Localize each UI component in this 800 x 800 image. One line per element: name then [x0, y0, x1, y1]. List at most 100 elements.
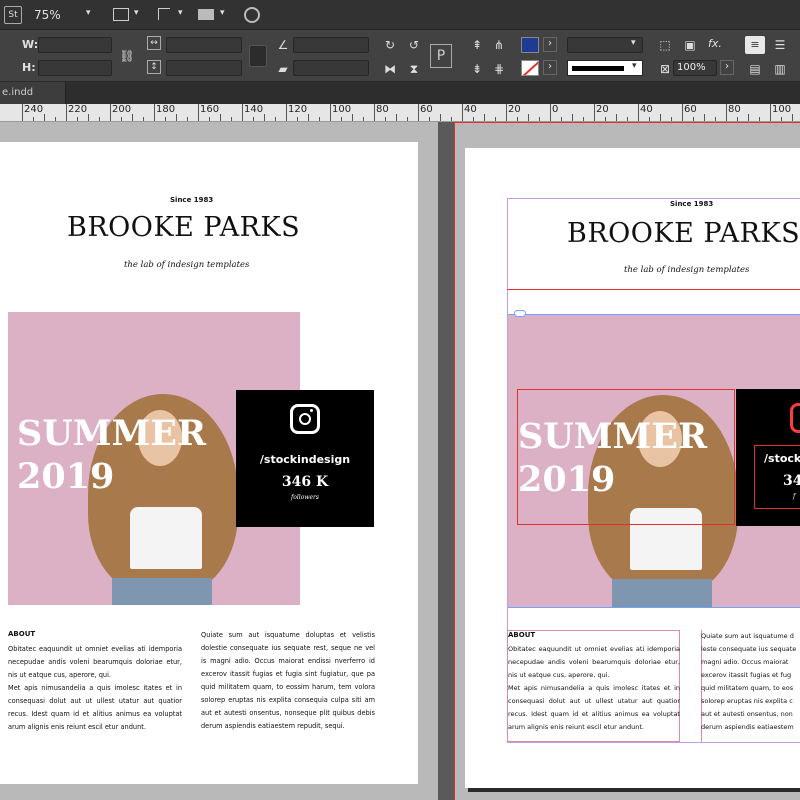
chevron-right-icon[interactable]: › [720, 60, 734, 75]
chevron-down-icon[interactable]: ▾ [178, 8, 183, 18]
ruler-minor-tick [572, 114, 573, 121]
text-wrap-icon[interactable]: ▤ [746, 60, 764, 78]
rotation-angle-field[interactable] [293, 37, 369, 53]
chevron-down-icon[interactable]: ▾ [631, 38, 636, 48]
rotation-angle-icon[interactable]: ∠ [274, 36, 292, 54]
zoom-value: 75% [34, 8, 61, 22]
ruler-minor-tick [352, 114, 353, 121]
chevron-down-icon: ▾ [86, 8, 91, 18]
since-text: Since 1983 [670, 200, 714, 208]
ruler-minor-tick [297, 117, 298, 121]
screen-mode-icon[interactable] [113, 8, 129, 21]
scale-y-field[interactable] [166, 60, 242, 76]
hero-text-frame[interactable] [517, 389, 735, 525]
shear-angle-field[interactable] [293, 60, 369, 76]
distribute-horizontal-icon[interactable]: ⋕ [490, 60, 508, 78]
stroke-type-dropdown[interactable]: ▾ [567, 60, 643, 76]
app-logo[interactable]: St [4, 6, 22, 24]
stroke-swatch[interactable] [521, 60, 539, 76]
pasteboard[interactable]: Since 1983 BROOKE PARKS the lab of indes… [0, 122, 800, 800]
horizontal-ruler[interactable]: 240 220 200 180 160 140 120 100 80 60 40 20 0 20 40 60 8… [0, 104, 800, 122]
about-col1-p2: Met apis nimusandelia a quis imolesc ita… [8, 684, 182, 731]
spread-divider [438, 122, 454, 800]
zoom-dropdown[interactable]: 75% ▾ [34, 8, 96, 22]
ruler-minor-tick [308, 114, 309, 121]
arrange-documents-icon[interactable] [198, 9, 214, 20]
view-options-icon[interactable] [158, 8, 170, 20]
scale-x-field[interactable] [166, 37, 242, 53]
ruler-minor-tick [451, 117, 452, 121]
frame-fitting-icon[interactable]: ⬚ [656, 36, 674, 54]
ruler-minor-tick [792, 114, 793, 121]
scale-x-icon[interactable]: ↔ [147, 36, 161, 50]
align-center-text-icon[interactable]: ☰ [771, 36, 789, 54]
ruler-minor-tick [407, 117, 408, 121]
chevron-right-icon[interactable]: › [543, 37, 557, 52]
chevron-down-icon: ▾ [632, 61, 637, 71]
ruler-minor-tick [396, 114, 397, 121]
ruler-minor-tick [484, 114, 485, 121]
ruler-major-tick [198, 104, 199, 121]
ruler-major-tick [286, 104, 287, 121]
ruler-minor-tick [187, 117, 188, 121]
ruler-major-tick [66, 104, 67, 121]
text-wrap-jump-icon[interactable]: ▥ [771, 60, 789, 78]
constrain-scale-icon[interactable] [249, 45, 267, 67]
paragraph-icon[interactable]: P [430, 44, 452, 68]
align-left-text-icon[interactable]: ≡ [745, 36, 765, 54]
ruler-tick-label: 180 [156, 104, 176, 115]
publish-online-icon[interactable] [244, 7, 260, 23]
social-box[interactable]: /stock 34 f [736, 389, 800, 526]
social-box[interactable]: /stockindesign 346 K followers [236, 390, 374, 527]
instagram-icon [290, 404, 320, 434]
ruler-major-tick [594, 104, 595, 121]
opacity-field[interactable]: 100% [673, 60, 717, 76]
ruler-minor-tick [253, 117, 254, 121]
effects-button[interactable]: fx. [708, 37, 722, 50]
chevron-down-icon[interactable]: ▾ [220, 8, 225, 18]
ruler-tick-label: 200 [112, 104, 132, 115]
ruler-minor-tick [737, 117, 738, 121]
about-col1-p2: Met apis nimusandelia a quis imolesc ita… [508, 684, 680, 731]
distribute-icon[interactable]: ⋔ [490, 36, 508, 54]
left-page[interactable]: Since 1983 BROOKE PARKS the lab of indes… [0, 142, 418, 784]
instagram-icon [790, 403, 800, 433]
ruler-minor-tick [88, 114, 89, 121]
hero-title-line2: 2019 [518, 459, 616, 500]
right-page[interactable]: Since 1983 BROOKE PARKS the lab of indes… [465, 148, 800, 788]
height-field[interactable] [38, 60, 112, 76]
ruler-minor-tick [363, 117, 364, 121]
link-icon[interactable] [514, 310, 526, 317]
ruler-minor-tick [209, 117, 210, 121]
no-stroke-icon [522, 61, 538, 75]
scale-y-icon[interactable]: ↕ [147, 60, 161, 74]
social-handle: /stock [764, 452, 800, 465]
ruler-tick-label: 0 [552, 104, 559, 115]
chevron-right-icon[interactable]: › [543, 60, 557, 75]
ruler-minor-tick [121, 117, 122, 121]
rotate-ccw-icon[interactable]: ↺ [405, 36, 423, 54]
ruler-minor-tick [231, 117, 232, 121]
ruler-minor-tick [77, 117, 78, 121]
model-top [130, 507, 202, 569]
flip-vertical-icon[interactable]: ⧗ [405, 60, 423, 78]
ruler-minor-tick [132, 114, 133, 121]
ruler-minor-tick [220, 114, 221, 121]
rotate-cw-icon[interactable]: ↻ [381, 36, 399, 54]
align-middle-icon[interactable]: ⇟ [468, 60, 486, 78]
ruler-minor-tick [759, 117, 760, 121]
chevron-down-icon[interactable]: ▾ [134, 8, 139, 18]
flip-horizontal-icon[interactable]: ⧓ [381, 60, 399, 78]
drop-shadow-icon[interactable]: ▣ [681, 36, 699, 54]
height-label: H: [22, 61, 36, 74]
width-field[interactable] [38, 37, 112, 53]
document-tab[interactable]: e.indd [0, 82, 66, 104]
shear-angle-icon[interactable]: ▰ [274, 60, 292, 78]
constrain-proportions-icon[interactable]: ⛓ [118, 47, 136, 65]
ruler-major-tick [770, 104, 771, 121]
align-top-icon[interactable]: ⇞ [468, 36, 486, 54]
ruler-major-tick [682, 104, 683, 121]
fill-swatch[interactable] [521, 37, 539, 53]
ruler-tick-label: 40 [640, 104, 653, 115]
ruler-tick-label: 20 [508, 104, 521, 115]
